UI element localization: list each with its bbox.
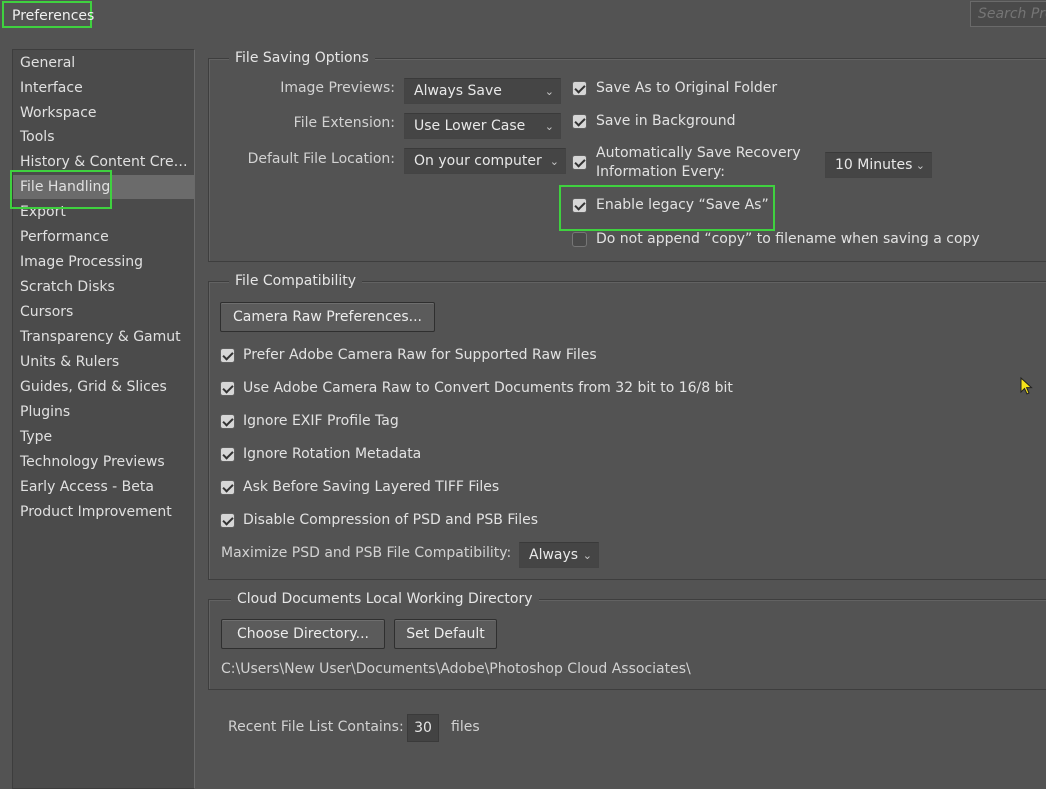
sidebar-item-export[interactable]: Export xyxy=(13,200,194,224)
maximize-compat-select[interactable]: Always ⌄ xyxy=(519,542,599,568)
maximize-compat-value: Always xyxy=(529,547,579,563)
sidebar-item-type[interactable]: Type xyxy=(13,425,194,449)
sidebar-item-history[interactable]: History & Content Creden... xyxy=(13,150,194,174)
file-extension-select[interactable]: Use Lower Case ⌄ xyxy=(404,113,561,139)
camera-raw-preferences-button[interactable]: Camera Raw Preferences... xyxy=(220,302,435,332)
default-location-label: Default File Location: xyxy=(247,151,395,167)
save-background-label: Save in Background xyxy=(596,113,736,129)
sidebar-item-file-handling[interactable]: File Handling xyxy=(13,175,194,199)
cloud-legend: Cloud Documents Local Working Directory xyxy=(231,590,539,608)
sidebar-item-scratch-disks[interactable]: Scratch Disks xyxy=(13,275,194,299)
sidebar-item-general[interactable]: General xyxy=(13,51,194,75)
sidebar-item-guides[interactable]: Guides, Grid & Slices xyxy=(13,375,194,399)
sidebar-item-units[interactable]: Units & Rulers xyxy=(13,350,194,374)
use-acr-convert-checkbox[interactable] xyxy=(220,381,235,396)
sidebar-item-product-improvement[interactable]: Product Improvement xyxy=(13,500,194,524)
ask-tiff-checkbox[interactable] xyxy=(220,480,235,495)
cloud-directory-path: C:\Users\New User\Documents\Adobe\Photos… xyxy=(221,661,691,677)
sidebar-item-tech-previews[interactable]: Technology Previews xyxy=(13,450,194,474)
sidebar-item-image-processing[interactable]: Image Processing xyxy=(13,250,194,274)
file-extension-value: Use Lower Case xyxy=(414,118,526,134)
file-saving-legend: File Saving Options xyxy=(229,49,375,67)
save-background-checkbox[interactable] xyxy=(572,114,587,129)
chevron-down-icon: ⌄ xyxy=(582,549,592,562)
use-acr-convert-label: Use Adobe Camera Raw to Convert Document… xyxy=(243,380,733,396)
prefer-acr-checkbox[interactable] xyxy=(220,348,235,363)
save-original-folder-label: Save As to Original Folder xyxy=(596,80,778,96)
sidebar-item-performance[interactable]: Performance xyxy=(13,225,194,249)
chevron-down-icon: ⌄ xyxy=(549,155,559,168)
chevron-down-icon: ⌄ xyxy=(544,85,554,98)
sidebar-item-cursors[interactable]: Cursors xyxy=(13,300,194,324)
auto-save-interval-select[interactable]: 10 Minutes ⌄ xyxy=(825,152,932,178)
prefer-acr-label: Prefer Adobe Camera Raw for Supported Ra… xyxy=(243,347,597,363)
window-title: Preferences xyxy=(2,1,94,28)
no-append-copy-checkbox[interactable] xyxy=(572,232,587,247)
default-location-select[interactable]: On your computer ⌄ xyxy=(404,148,566,174)
sidebar-item-early-access[interactable]: Early Access - Beta xyxy=(13,475,194,499)
image-previews-value: Always Save xyxy=(414,83,502,99)
file-compat-legend: File Compatibility xyxy=(229,272,363,290)
ignore-exif-checkbox[interactable] xyxy=(220,414,235,429)
sidebar-item-interface[interactable]: Interface xyxy=(13,76,194,100)
no-append-copy-label: Do not append “copy” to filename when sa… xyxy=(596,231,980,247)
sidebar-item-transparency[interactable]: Transparency & Gamut xyxy=(13,325,194,349)
save-original-folder-checkbox[interactable] xyxy=(572,81,587,96)
recent-files-input[interactable]: 30 xyxy=(407,714,439,742)
auto-save-label-line1: Automatically Save Recovery xyxy=(596,145,801,161)
auto-save-label-line2: Information Every: xyxy=(596,164,725,180)
sidebar-item-tools[interactable]: Tools xyxy=(13,125,194,149)
maximize-compat-label: Maximize PSD and PSB File Compatibility: xyxy=(221,545,512,561)
file-extension-label: File Extension: xyxy=(293,115,395,131)
sidebar: General Interface Workspace Tools Histor… xyxy=(12,49,195,789)
ignore-rotation-label: Ignore Rotation Metadata xyxy=(243,446,422,462)
sidebar-item-workspace[interactable]: Workspace xyxy=(13,101,194,125)
enable-legacy-checkbox[interactable] xyxy=(572,198,587,213)
chevron-down-icon: ⌄ xyxy=(915,159,925,172)
recent-files-suffix: files xyxy=(451,719,480,735)
disable-compression-label: Disable Compression of PSD and PSB Files xyxy=(243,512,539,528)
search-input[interactable] xyxy=(970,1,1046,27)
ignore-exif-label: Ignore EXIF Profile Tag xyxy=(243,413,399,429)
auto-save-checkbox[interactable] xyxy=(572,155,587,170)
ask-tiff-label: Ask Before Saving Layered TIFF Files xyxy=(243,479,500,495)
chevron-down-icon: ⌄ xyxy=(544,120,554,133)
ignore-rotation-checkbox[interactable] xyxy=(220,447,235,462)
auto-save-interval-value: 10 Minutes xyxy=(835,157,913,173)
disable-compression-checkbox[interactable] xyxy=(220,513,235,528)
image-previews-label: Image Previews: xyxy=(280,80,395,96)
set-default-button[interactable]: Set Default xyxy=(394,619,497,649)
image-previews-select[interactable]: Always Save ⌄ xyxy=(404,78,561,104)
mouse-cursor-icon xyxy=(1020,377,1033,395)
recent-files-label: Recent File List Contains: xyxy=(228,719,404,735)
enable-legacy-label: Enable legacy “Save As” xyxy=(596,197,769,213)
sidebar-item-plugins[interactable]: Plugins xyxy=(13,400,194,424)
default-location-value: On your computer xyxy=(414,153,542,169)
choose-directory-button[interactable]: Choose Directory... xyxy=(221,619,385,649)
